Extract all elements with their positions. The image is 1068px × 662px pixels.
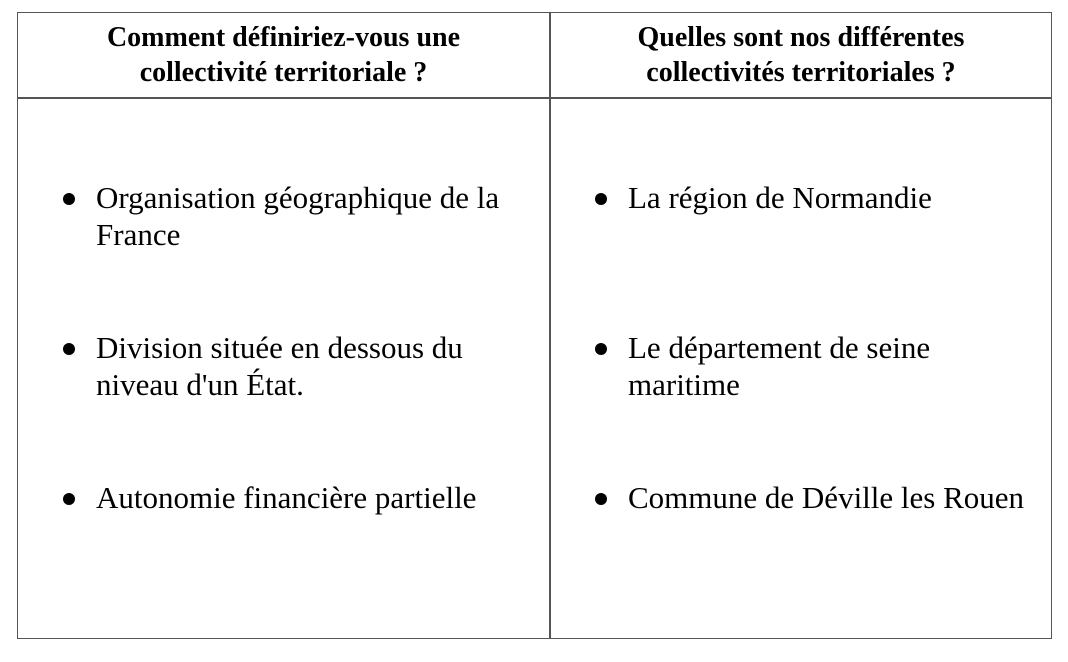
left-list-item: Organisation géographique de la France <box>60 179 499 253</box>
bullet-icon <box>60 479 96 505</box>
left-list-item: Autonomie financière partielle <box>60 479 476 516</box>
bullet-icon <box>60 329 96 355</box>
left-item-text: Organisation géographique de la France <box>96 180 500 252</box>
left-header-text: Comment définiriez-vous une collectivité… <box>106 22 461 88</box>
right-item-text: Le département de seine maritime <box>628 330 931 402</box>
column-divider <box>549 13 551 638</box>
header-divider <box>18 97 1051 99</box>
left-item-text: Autonomie financière partielle <box>96 480 477 515</box>
right-list-item: La région de Normandie <box>592 179 932 216</box>
left-list-item: Division située en dessous du niveau d'u… <box>60 329 463 403</box>
left-column-header: Comment définiriez-vous une collectivité… <box>18 13 549 97</box>
right-list-item: Commune de Déville les Rouen <box>592 479 1024 516</box>
bullet-icon <box>592 329 628 355</box>
bullet-icon <box>592 179 628 205</box>
bullet-icon <box>592 479 628 505</box>
comparison-table: Comment définiriez-vous une collectivité… <box>17 12 1052 639</box>
right-column-header: Quelles sont nos différentes collectivit… <box>551 13 1051 97</box>
bullet-icon <box>60 179 96 205</box>
left-item-text: Division située en dessous du niveau d'u… <box>96 330 463 402</box>
right-item-text: La région de Normandie <box>628 180 932 215</box>
right-list-item: Le département de seine maritime <box>592 329 930 403</box>
right-header-text: Quelles sont nos différentes collectivit… <box>637 22 965 88</box>
right-item-text: Commune de Déville les Rouen <box>628 480 1025 515</box>
